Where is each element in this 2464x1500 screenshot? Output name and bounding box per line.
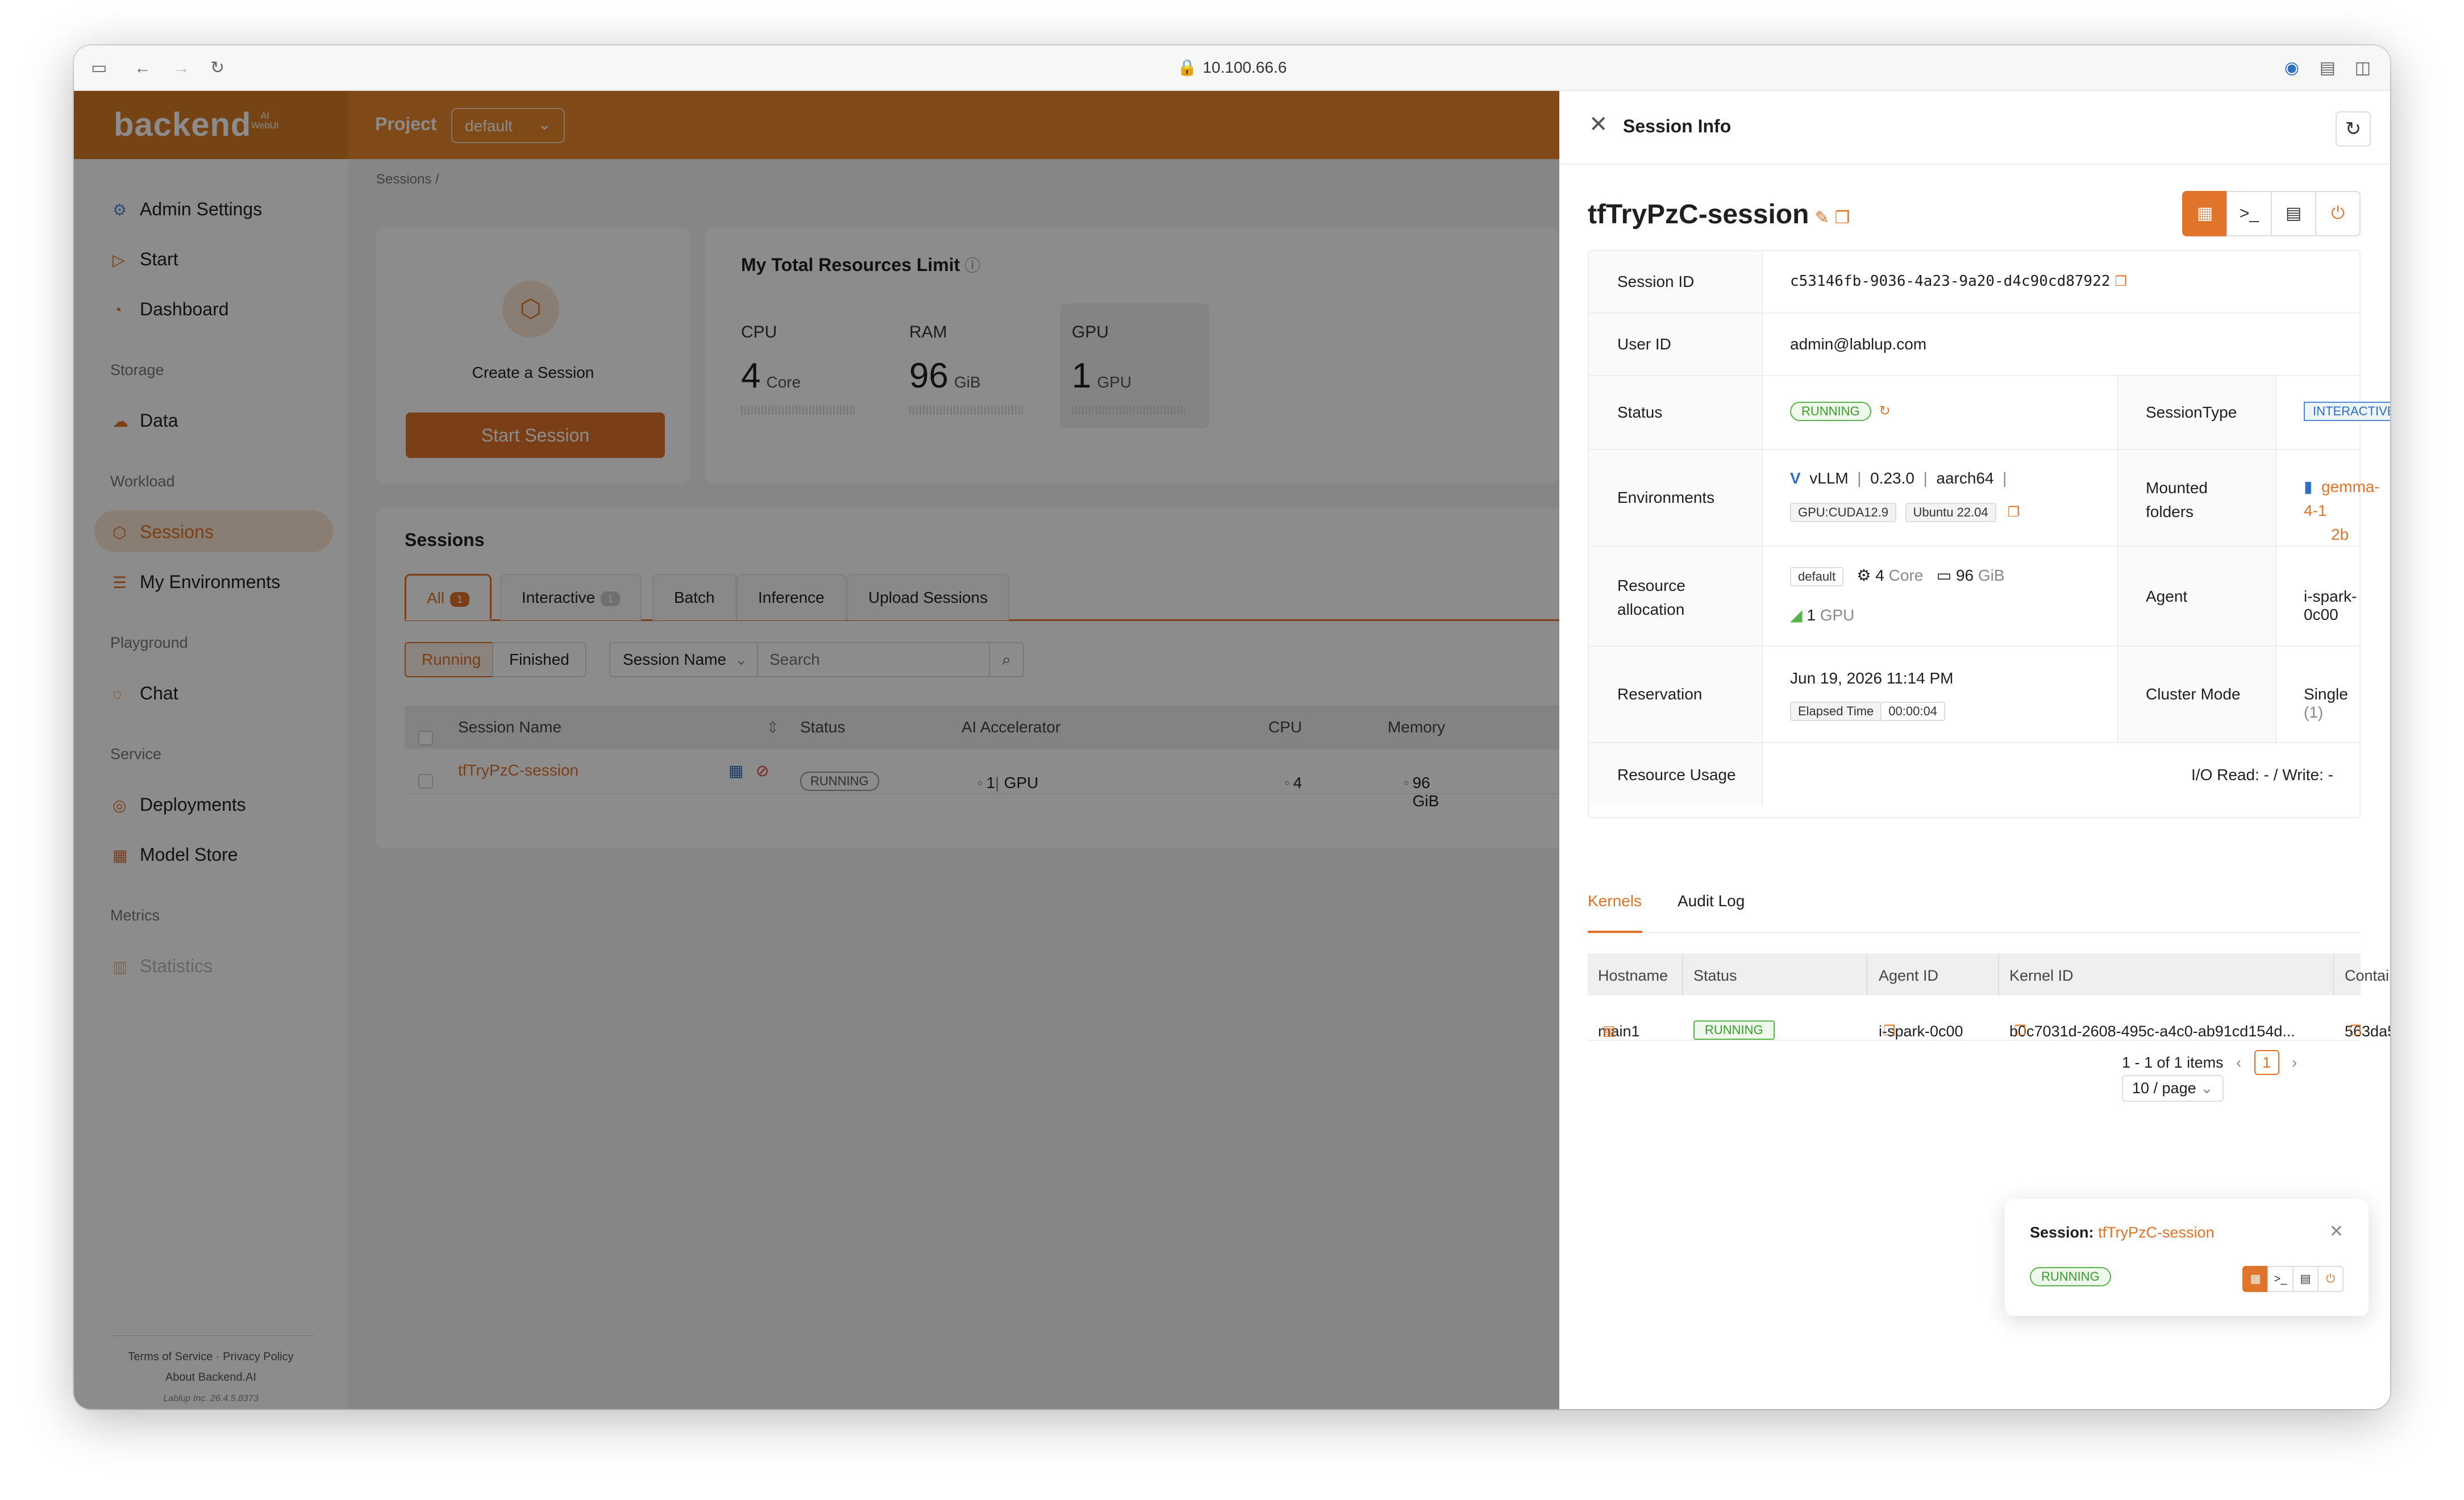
status-refresh-icon[interactable]: ↻ [1879, 403, 1891, 419]
address-bar[interactable]: 🔒 10.100.66.6 [74, 58, 2390, 77]
next-page-icon[interactable]: › [2292, 1054, 2297, 1071]
folder-icon: ▮ [2304, 478, 2313, 495]
page-size-select[interactable]: 10 / page ⌄ [2122, 1075, 2224, 1102]
reader-icon[interactable]: ▤ [2320, 59, 2336, 77]
split-view-icon[interactable]: ◫ [2355, 59, 2371, 77]
session-notification: Session: tfTryPzC-session ✕ RUNNING ▦ >_… [2005, 1199, 2369, 1316]
prev-page-icon[interactable]: ‹ [2236, 1054, 2241, 1071]
elapsed-value: 00:00:04 [1880, 702, 1945, 721]
power-icon: ⏻ [2331, 204, 2345, 223]
drawer-title: Session Info [1623, 116, 1732, 136]
browser-window: ▭ ← → ↻ 🔒 10.100.66.6 ◉ ▤ ◫ backend AI Web… [74, 45, 2390, 1409]
toast-session-link[interactable]: tfTryPzC-session [2098, 1224, 2215, 1241]
drawer-tab-line [1588, 932, 2361, 933]
app: backend AI WebUI Project default ⌄ ⚙ Admin … [74, 91, 2390, 1409]
session-type-badge: INTERACTIVE [2304, 402, 2390, 421]
tab-kernels[interactable]: Kernels [1588, 892, 1642, 910]
copy-icon[interactable]: ❐ [1883, 1023, 1896, 1039]
log-icon: ▤ [2285, 204, 2302, 223]
agent-value: i-spark-0c00 [2304, 588, 2357, 623]
pagination: 1 - 1 of 1 items ‹ 1 › 10 / page ⌄ [2122, 1050, 2390, 1102]
session-info-table: Session ID c53146fb-9036-4a23-9a20-d4c90… [1588, 250, 2390, 818]
terminal-icon: >_ [2274, 1273, 2287, 1285]
terminal-icon: >_ [2239, 204, 2259, 223]
grid-icon: ▦ [2250, 1273, 2261, 1285]
memory-icon: ▭ [1936, 566, 1952, 584]
gpu-icon: ◢ [1790, 606, 1803, 624]
pagination-range: 1 - 1 of 1 items [2122, 1054, 2224, 1071]
log-icon: ▤ [2300, 1273, 2311, 1285]
edit-icon[interactable]: ✎ [1814, 209, 1829, 227]
table-row: main1 ▤ RUNNING i-spark-0c00 ❐ b0c7031d-26… [1588, 995, 2390, 1041]
app-launcher-button[interactable]: ▦ [2242, 1266, 2269, 1292]
kernels-table-header: Hostname Status Agent ID Kernel ID Conta… [1588, 953, 2390, 995]
close-icon[interactable]: ✕ [1589, 111, 1608, 138]
row-resource-allocation: Resource allocation default ⚙ 4 Core ▭ 96… [1589, 547, 2359, 647]
env-tag-os: Ubuntu 22.04 [1905, 503, 1996, 522]
logs-button[interactable]: ▤ [2292, 1266, 2319, 1292]
drawer-tab-active-indicator [1588, 931, 1642, 933]
row-user-id: User ID admin@lablup.com [1589, 314, 2359, 376]
vllm-logo-icon: V [1790, 469, 1801, 487]
app-launcher-button[interactable]: ▦ [2182, 191, 2228, 236]
kernel-status-badge: RUNNING [1693, 1020, 1775, 1040]
terminal-button[interactable]: >_ [2267, 1266, 2294, 1292]
row-environments: Environments V vLLM | 0.23.0 | aarch64 |… [1589, 450, 2380, 547]
row-session-id: Session ID c53146fb-9036-4a23-9a20-d4c90… [1589, 251, 2359, 314]
url-text: 10.100.66.6 [1202, 59, 1287, 76]
row-resource-usage: Resource Usage I/O Read: - / Write: - [1589, 743, 2359, 806]
terminate-button[interactable]: ⏻ [2317, 1266, 2344, 1292]
copy-icon[interactable]: ❐ [2014, 1023, 2026, 1039]
copy-icon[interactable]: ❐ [2008, 505, 2020, 520]
copy-icon[interactable]: ❐ [2349, 1023, 2362, 1039]
mounted-folder-link[interactable]: ▮ gemma-4-1 2b [2304, 475, 2380, 547]
user-id-value: admin@lablup.com [1790, 335, 1927, 353]
session-name-heading: tfTryPzC-session ✎ ❐ [1588, 199, 1850, 230]
drawer-header: ✕ Session Info ↻ [1559, 91, 2390, 165]
modal-overlay[interactable] [74, 91, 1559, 1409]
log-icon[interactable]: ▤ [1603, 1023, 1616, 1039]
lock-icon: 🔒 [1177, 59, 1197, 76]
row-reservation: Reservation Jun 19, 2026 11:14 PM Elapse… [1589, 647, 2359, 743]
password-manager-icon[interactable]: ◉ [2284, 59, 2299, 77]
status-badge: RUNNING [1790, 402, 1871, 421]
close-icon[interactable]: ✕ [2329, 1222, 2344, 1241]
toast-actions: ▦ >_ ▤ ⏻ [2242, 1266, 2344, 1292]
session-info-drawer: ✕ Session Info ↻ tfTryPzC-session ✎ ❐ ▦ >_… [1559, 91, 2390, 1409]
toast-status-badge: RUNNING [2030, 1267, 2111, 1286]
env-tag-cuda: GPU:CUDA12.9 [1790, 503, 1896, 522]
session-id-value: c53146fb-9036-4a23-9a20-d4c90cd87922 [1790, 273, 2111, 290]
copy-icon[interactable]: ❐ [1835, 209, 1850, 227]
io-usage: I/O Read: - / Write: - [2191, 766, 2333, 784]
cluster-mode-value: Single [2304, 685, 2348, 703]
browser-toolbar: ▭ ← → ↻ 🔒 10.100.66.6 ◉ ▤ ◫ [74, 45, 2390, 91]
elapsed-label: Elapsed Time [1790, 702, 1882, 721]
copy-icon[interactable]: ❐ [2115, 274, 2128, 289]
cpu-chip-icon: ⚙ [1857, 566, 1871, 584]
tab-audit-log[interactable]: Audit Log [1678, 892, 1745, 910]
refresh-button[interactable]: ↻ [2336, 111, 2371, 147]
session-actions: ▦ >_ ▤ ⏻ [2182, 191, 2361, 236]
logs-button[interactable]: ▤ [2271, 191, 2316, 236]
page-1-button[interactable]: 1 [2254, 1050, 2279, 1075]
grid-icon: ▦ [2196, 204, 2213, 223]
refresh-icon: ↻ [2345, 118, 2362, 140]
reservation-date: Jun 19, 2026 11:14 PM [1790, 669, 1954, 687]
terminal-button[interactable]: >_ [2226, 191, 2272, 236]
power-icon: ⏻ [2326, 1273, 2335, 1285]
chevron-down-icon: ⌄ [2200, 1080, 2213, 1097]
resource-group-tag: default [1790, 567, 1844, 586]
terminate-button[interactable]: ⏻ [2315, 191, 2361, 236]
row-status: Status RUNNING ↻ SessionType INTERACTIVE [1589, 376, 2390, 450]
